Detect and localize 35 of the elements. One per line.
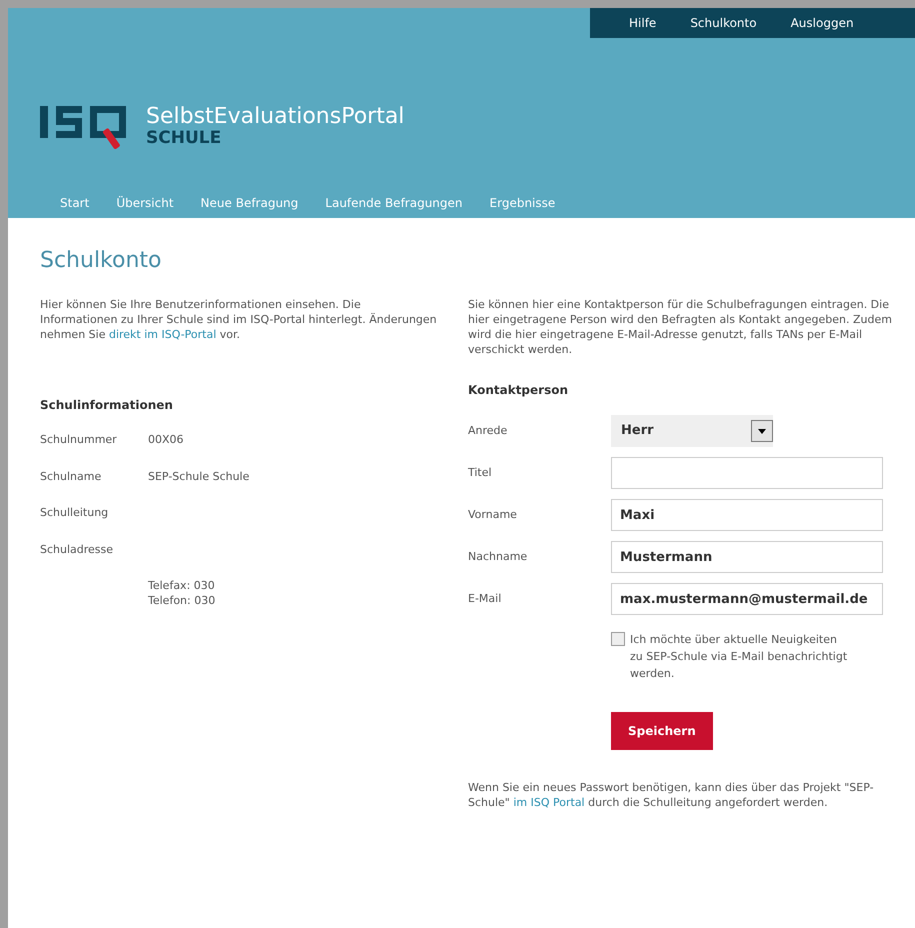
field-label: Schulnummer	[40, 432, 117, 448]
top-nav-link[interactable]: Schulkonto	[673, 14, 774, 32]
checkbox-label: Ich möchte über aktuelle Neuigkeiten zu SEP-Schule via E-Mail benachrichtigt werden.	[630, 632, 848, 682]
field-label: Schulleitung	[40, 505, 108, 521]
intro-text: Sie können hier eine Kontaktperson für die Schulbefragungen eintragen. Die hier eingetragene Person wird den Befragten als Kontakt angegeben. Zudem wird die hier eingetragene E-Mail-Adresse genutzt, falls TANs per E-Mail verschickt werden.	[468, 297, 893, 357]
section-heading: Schulinformationen	[40, 397, 173, 414]
intro-text: Hier können Sie Ihre Benutzerinformationen einsehen. Die Informationen zu Ihrer Schule sind im ISQ-Portal hinterlegt. Änderungen nehmen Sie direkt im ISQ-Portal vor.	[40, 297, 438, 342]
field-label: Vorname	[468, 506, 517, 523]
text-input[interactable]: max.mustermann@mustermail.de	[611, 583, 883, 615]
password-note: Wenn Sie ein neues Passwort benötigen, kann dies über das Projekt "SEP-Schule" im ISQ Portal durch die Schulleitung angefordert werden.	[468, 780, 875, 810]
field-value: SEP-Schule Schule	[148, 468, 250, 484]
text-input[interactable]	[611, 457, 883, 489]
section-heading: Kontaktperson	[468, 382, 568, 399]
page-title: Schulkonto	[40, 247, 162, 275]
portal-link[interactable]: im ISQ Portal	[513, 796, 585, 809]
field-label: Nachname	[468, 548, 528, 565]
field-value: 00X06	[148, 432, 184, 447]
field-label: Schulname	[40, 468, 102, 484]
field-label: Anrede	[468, 422, 508, 439]
save-button[interactable]: Speichern	[611, 712, 713, 750]
select-value: Herr	[621, 422, 654, 440]
portal-link[interactable]: direkt im ISQ-Portal	[108, 328, 216, 341]
text-input[interactable]: Maxi	[611, 499, 883, 531]
field-value: Telefon: 030	[148, 592, 216, 608]
field-label: Titel	[468, 464, 492, 481]
portal-subtitle: SCHULE	[146, 130, 222, 146]
field-value: Telefax: 030	[148, 578, 215, 592]
newsletter-checkbox[interactable]	[611, 632, 625, 646]
text-input[interactable]: Mustermann	[611, 541, 883, 573]
top-nav-link[interactable]: Ausloggen	[774, 14, 871, 32]
portal-title: SelbstEvaluationsPortal	[146, 106, 404, 128]
field-label: Schuladresse	[40, 542, 114, 558]
top-nav-link[interactable]: Hilfe	[612, 14, 674, 32]
salutation-select[interactable]: Herr	[611, 415, 773, 447]
field-label: E-Mail	[468, 590, 502, 607]
